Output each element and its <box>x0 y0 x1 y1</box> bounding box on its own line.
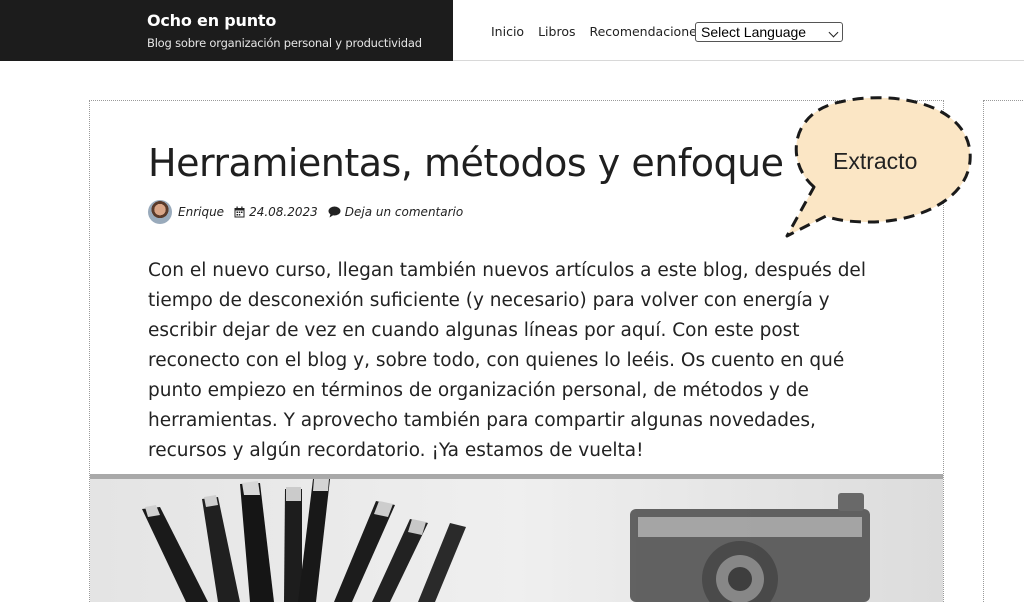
author-name: Enrique <box>178 205 225 219</box>
featured-image[interactable] <box>90 474 943 602</box>
post-date[interactable]: 24.08.2023 <box>234 205 318 219</box>
post-comments-link[interactable]: Deja un comentario <box>328 205 463 219</box>
chevron-down-icon <box>828 27 839 38</box>
nav-link-recomendaciones[interactable]: Recomendaciones <box>589 24 703 39</box>
author-avatar <box>148 200 172 224</box>
post-meta: Enrique 24.08.2023 Deja un comentario <box>148 200 473 224</box>
post-title[interactable]: Herramientas, métodos y enfoque <box>148 141 784 185</box>
language-select[interactable]: Select Language <box>695 22 843 42</box>
site-tagline: Blog sobre organización personal y produ… <box>147 36 422 50</box>
main-navigation: Inicio Libros Recomendaciones <box>491 24 703 39</box>
post-date-value: 24.08.2023 <box>249 205 318 219</box>
comments-label: Deja un comentario <box>344 205 464 219</box>
language-select-value: Select Language <box>701 24 807 40</box>
post-excerpt: Con el nuevo curso, llegan también nuevo… <box>148 260 866 461</box>
site-branding: Ocho en punto Blog sobre organización pe… <box>0 0 453 61</box>
nav-link-libros[interactable]: Libros <box>538 24 575 39</box>
site-title[interactable]: Ocho en punto <box>147 11 276 30</box>
next-post-card <box>983 100 1024 602</box>
callout-label: Extracto <box>833 148 918 174</box>
post-author[interactable]: Enrique <box>178 205 224 219</box>
nav-link-inicio[interactable]: Inicio <box>491 24 524 39</box>
comment-icon <box>328 206 341 218</box>
calendar-icon <box>234 206 245 218</box>
header-divider <box>453 60 1024 61</box>
pencils-camera-photo <box>90 479 943 602</box>
